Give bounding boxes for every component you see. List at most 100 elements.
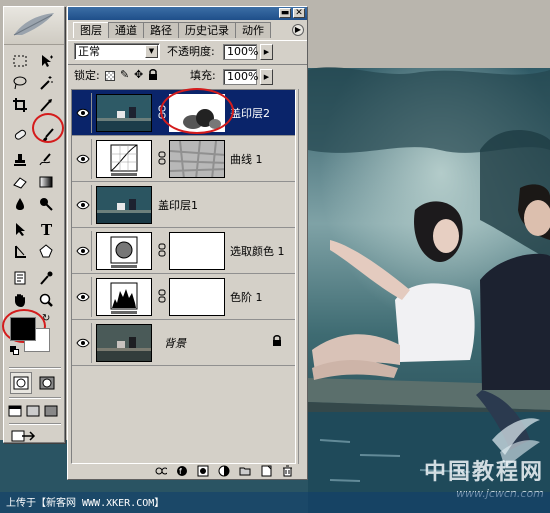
blend-mode-value: 正常: [78, 45, 100, 58]
foreground-color-swatch[interactable]: [10, 317, 36, 341]
svg-text:f: f: [179, 467, 182, 476]
link-chain-icon: [158, 151, 166, 165]
default-colors-icon[interactable]: [10, 346, 20, 356]
eyedropper-tool-icon[interactable]: [35, 267, 57, 289]
quick-mask-mode-icon[interactable]: [36, 372, 58, 394]
fill-input[interactable]: 100%: [223, 69, 258, 85]
new-group-icon[interactable]: [239, 465, 251, 477]
add-mask-icon[interactable]: [197, 465, 209, 477]
new-layer-icon[interactable]: [260, 465, 272, 477]
type-tool-icon[interactable]: T: [35, 218, 57, 240]
visibility-eye-icon[interactable]: [74, 185, 92, 225]
watermark-text: 中国教程网: [424, 459, 545, 485]
layer-row[interactable]: 盖印层1: [72, 182, 295, 228]
gradient-tool-icon[interactable]: [35, 171, 57, 193]
layer-mask-thumbnail[interactable]: [169, 140, 225, 178]
minimize-button[interactable]: ▬: [279, 8, 291, 18]
zoom-tool-icon[interactable]: [35, 289, 57, 311]
clone-stamp-tool-icon[interactable]: [9, 149, 31, 171]
lock-position-icon[interactable]: ✥: [134, 68, 143, 81]
standard-mode-icon[interactable]: [10, 372, 32, 394]
layer-list: 盖印层2 曲线 1 盖印层1 选取颜色 1 色阶 1 背景: [71, 89, 296, 464]
layer-name: 背景: [164, 337, 186, 350]
adjustment-layer-icon[interactable]: [218, 465, 230, 477]
opacity-input[interactable]: 100%: [223, 44, 258, 60]
layer-thumbnail: [96, 186, 152, 224]
blend-options-row: 正常 ▼ 不透明度: 100% ▶: [68, 40, 307, 60]
crop-tool-icon[interactable]: [9, 94, 31, 116]
tab-channels[interactable]: 通道: [108, 22, 144, 38]
layer-name: 色阶 1: [230, 291, 263, 304]
layers-panel: ▬ ✕ 图层 通道 路径 历史记录 动作 ▶ 正常 ▼ 不透明度: 100% ▶…: [67, 6, 308, 480]
layer-lock-icon: [272, 335, 282, 349]
tab-history[interactable]: 历史记录: [178, 22, 236, 38]
link-layers-icon[interactable]: [155, 465, 167, 477]
trash-icon[interactable]: [281, 465, 293, 477]
fill-slider-button[interactable]: ▶: [260, 69, 273, 85]
visibility-eye-icon[interactable]: [74, 139, 92, 179]
lock-pixels-icon[interactable]: ✎: [120, 68, 129, 81]
link-chain-icon: [158, 289, 166, 303]
layer-mask-thumbnail[interactable]: [169, 278, 225, 316]
lock-transparency-icon[interactable]: [105, 71, 115, 81]
toolbox-divider: [9, 397, 61, 399]
selective-color-adjustment-icon: [96, 232, 152, 270]
pen-tool-icon[interactable]: [9, 240, 31, 262]
layer-thumbnail: [96, 94, 152, 132]
blur-tool-icon[interactable]: [9, 193, 31, 215]
magic-wand-tool-icon[interactable]: [35, 72, 57, 94]
full-screen-mode-icon[interactable]: [43, 400, 59, 422]
move-tool-icon[interactable]: [35, 50, 57, 72]
tab-actions[interactable]: 动作: [235, 22, 271, 38]
healing-brush-tool-icon[interactable]: [9, 124, 31, 146]
levels-adjustment-icon: [96, 278, 152, 316]
visibility-eye-icon[interactable]: [74, 231, 92, 271]
toolbox-header: [4, 7, 64, 45]
opacity-slider-button[interactable]: ▶: [260, 44, 273, 60]
chevron-down-icon: ▼: [145, 45, 158, 58]
notes-tool-icon[interactable]: [9, 267, 31, 289]
visibility-eye-icon[interactable]: [74, 93, 92, 133]
visibility-eye-icon[interactable]: [74, 277, 92, 317]
lock-row: 锁定: ✎ ✥ 填充: 100% ▶: [68, 64, 307, 86]
layer-mask-thumbnail[interactable]: [169, 232, 225, 270]
upload-credit: 上传于【新客网 WWW.XKER.COM】: [6, 498, 165, 509]
layer-thumbnail: [96, 324, 152, 362]
layer-name: 曲线 1: [230, 153, 263, 166]
layer-name: 选取颜色 1: [230, 245, 285, 258]
jump-to-imageready-icon[interactable]: [9, 425, 39, 447]
mask-highlight-circle: [160, 88, 234, 134]
panel-footer: f: [68, 463, 307, 479]
marquee-tool-icon[interactable]: [9, 50, 31, 72]
layer-row[interactable]: 曲线 1: [72, 136, 295, 182]
full-screen-menu-mode-icon[interactable]: [25, 400, 41, 422]
panel-menu-button[interactable]: ▶: [292, 24, 304, 36]
lasso-tool-icon[interactable]: [9, 72, 31, 94]
layer-row[interactable]: 色阶 1: [72, 274, 295, 320]
layer-row[interactable]: 选取颜色 1: [72, 228, 295, 274]
dodge-tool-icon[interactable]: [35, 193, 57, 215]
blend-mode-select[interactable]: 正常 ▼: [74, 43, 160, 60]
layer-name: 盖印层1: [158, 199, 198, 212]
toolbox: T ↻: [3, 6, 65, 443]
layer-name: 盖印层2: [230, 107, 270, 120]
panel-titlebar[interactable]: ▬ ✕: [68, 7, 307, 20]
layer-style-icon[interactable]: f: [176, 465, 188, 477]
tab-paths[interactable]: 路径: [143, 22, 179, 38]
layer-row[interactable]: 背景: [72, 320, 295, 366]
history-brush-tool-icon[interactable]: [35, 149, 57, 171]
lock-all-icon[interactable]: [148, 69, 158, 80]
close-button[interactable]: ✕: [293, 8, 305, 18]
brush-highlight-circle: [32, 113, 64, 143]
link-chain-icon: [158, 243, 166, 257]
feather-logo-icon: [13, 13, 54, 36]
custom-shape-tool-icon[interactable]: [35, 240, 57, 262]
standard-screen-mode-icon[interactable]: [7, 400, 23, 422]
tab-layers[interactable]: 图层: [73, 22, 109, 38]
panel-tabs: 图层 通道 路径 历史记录 动作: [73, 22, 271, 38]
eraser-tool-icon[interactable]: [9, 171, 31, 193]
path-selection-tool-icon[interactable]: [9, 218, 31, 240]
layer-list-scrollbar[interactable]: [298, 89, 306, 464]
hand-tool-icon[interactable]: [9, 289, 31, 311]
visibility-eye-icon[interactable]: [74, 323, 92, 363]
